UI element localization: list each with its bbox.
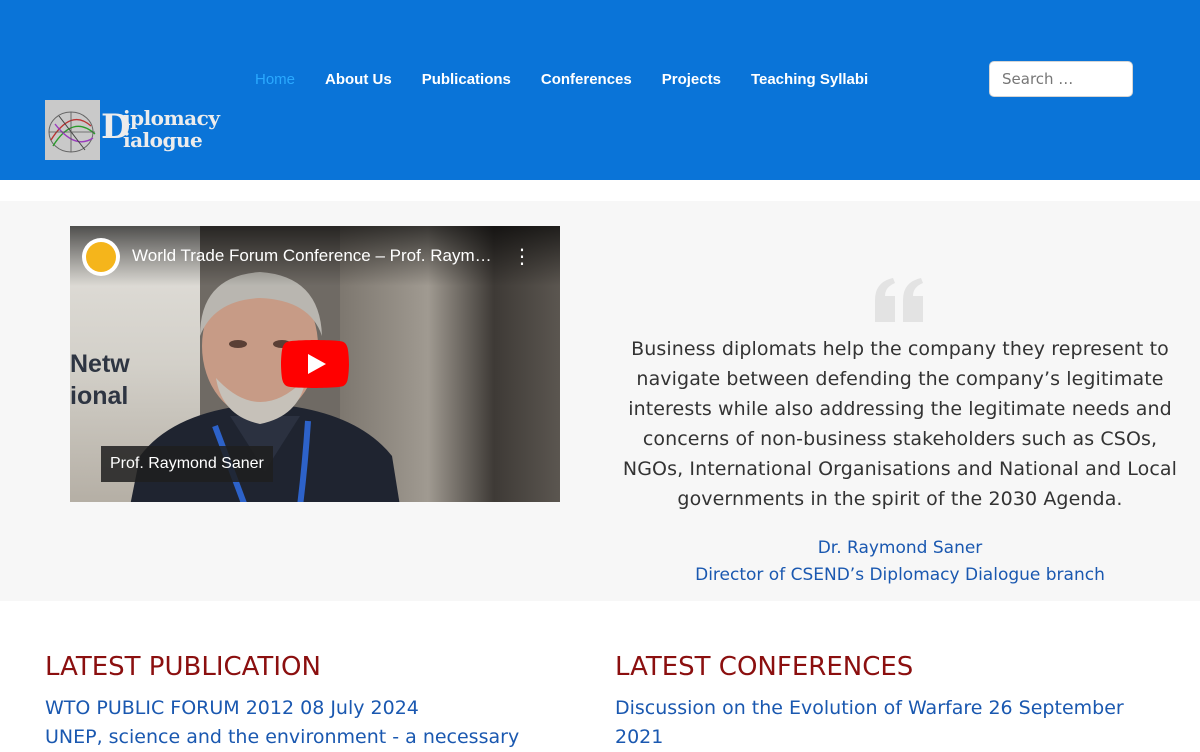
latest-conferences-heading: LATEST CONFERENCES <box>615 652 914 682</box>
latest-conferences-section: LATEST CONFERENCES Discussion on the Evo… <box>615 650 1155 752</box>
nav-home[interactable]: Home <box>240 70 310 90</box>
more-options-icon[interactable]: ⋮ <box>510 246 534 270</box>
nav-about-us[interactable]: About Us <box>310 70 407 90</box>
publication-link[interactable]: WTO PUBLIC FORUM 2012 08 July 2024 <box>45 694 585 723</box>
publication-link[interactable]: UNEP, science and the environment - a ne… <box>45 723 585 752</box>
latest-publication-section: LATEST PUBLICATION WTO PUBLIC FORUM 2012… <box>45 650 585 752</box>
featured-quote: Business diplomats help the company they… <box>622 338 1178 510</box>
channel-logo-icon[interactable] <box>82 238 120 276</box>
search-box <box>989 61 1133 97</box>
video-title[interactable]: World Trade Forum Conference – Prof. Ray… <box>132 246 492 266</box>
site-header: D iplomacy ialogue Home About Us Publica… <box>0 0 1200 180</box>
logo-globe-icon <box>45 100 100 160</box>
nav-conferences[interactable]: Conferences <box>526 70 647 90</box>
quote-author-role-link[interactable]: Director of CSEND’s Diplomacy Dialogue b… <box>610 562 1190 589</box>
conference-link[interactable]: Discussion on the Evolution of Warfare 2… <box>615 694 1155 752</box>
search-input[interactable] <box>990 62 1132 96</box>
quote-attribution: Dr. Raymond Saner Director of CSEND’s Di… <box>610 535 1190 589</box>
quote-author-link[interactable]: Dr. Raymond Saner <box>610 535 1190 562</box>
video-player[interactable]: Netw ional World Trade Forum Conference … <box>70 226 560 502</box>
latest-publication-heading: LATEST PUBLICATION <box>45 652 321 682</box>
nav-teaching-syllabi[interactable]: Teaching Syllabi <box>736 70 883 90</box>
nav-projects[interactable]: Projects <box>647 70 736 90</box>
site-logo[interactable]: D iplomacy ialogue <box>45 100 225 160</box>
youtube-play-icon[interactable] <box>281 340 349 388</box>
video-background-text: Netw ional <box>70 350 130 410</box>
nav-publications[interactable]: Publications <box>407 70 526 90</box>
main-nav: Home About Us Publications Conferences P… <box>240 70 883 90</box>
quote-mark-icon <box>875 278 923 322</box>
video-caption: Prof. Raymond Saner <box>101 446 273 482</box>
